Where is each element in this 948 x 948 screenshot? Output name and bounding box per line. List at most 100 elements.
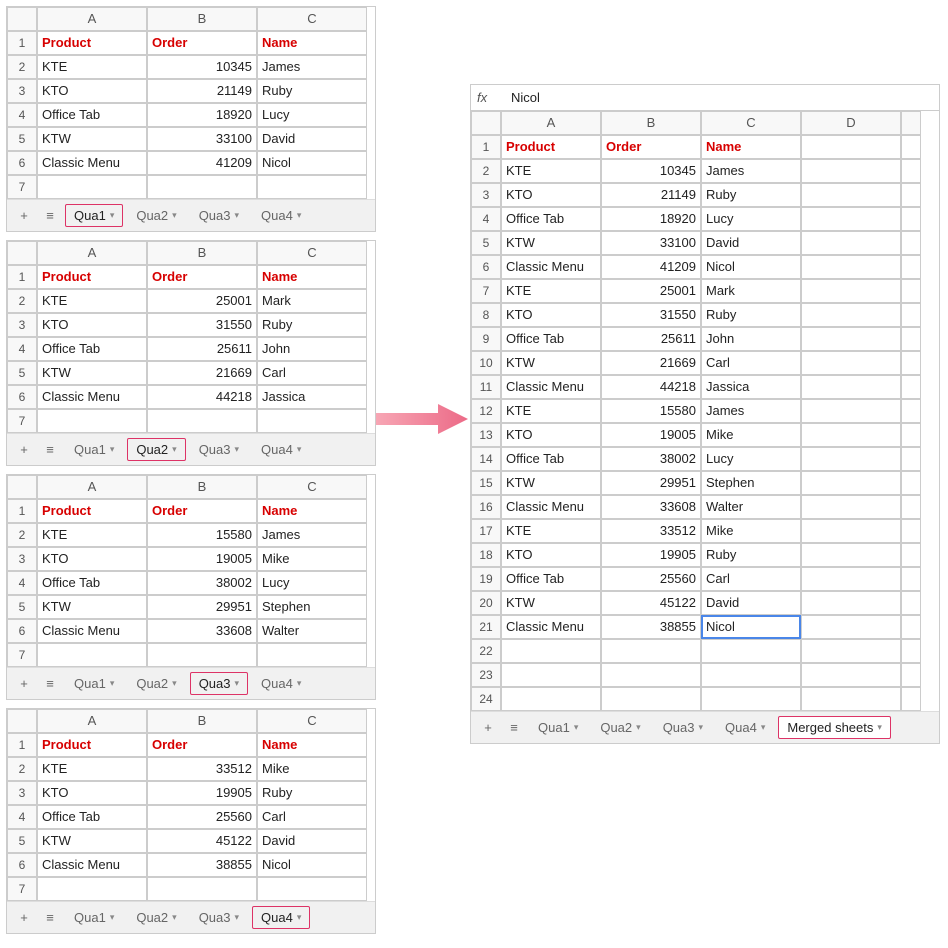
add-sheet-button[interactable]: + [13,442,35,457]
row-header[interactable]: 6 [471,255,501,279]
cell-product[interactable]: KTO [501,543,601,567]
chevron-down-icon[interactable]: ▾ [235,912,240,923]
chevron-down-icon[interactable]: ▾ [574,722,579,733]
cell-order[interactable]: 29951 [601,471,701,495]
row-header[interactable]: 2 [7,757,37,781]
empty-cell[interactable] [801,663,901,687]
sheet-tab-qua2[interactable]: Qua2▾ [127,204,185,227]
empty-cell[interactable] [901,615,921,639]
row-header[interactable]: 14 [471,447,501,471]
header-product[interactable]: Product [37,265,147,289]
empty-cell[interactable] [801,639,901,663]
empty-cell[interactable] [901,687,921,711]
empty-cell[interactable] [901,663,921,687]
cell-product[interactable]: Office Tab [501,567,601,591]
cell-product[interactable]: KTW [37,127,147,151]
cell-name[interactable]: Ruby [257,781,367,805]
empty-cell[interactable] [801,159,901,183]
chevron-down-icon[interactable]: ▾ [172,444,177,455]
cell-product[interactable]: KTO [501,183,601,207]
col-header-A[interactable]: A [37,7,147,31]
empty-cell[interactable] [901,447,921,471]
cell-product[interactable]: KTE [501,279,601,303]
sheet-tab-qua1[interactable]: Qua1▾ [65,438,123,461]
cell-product[interactable]: KTE [501,159,601,183]
cell-order[interactable]: 19005 [147,547,257,571]
row-header[interactable]: 3 [7,781,37,805]
col-header-end[interactable] [901,111,921,135]
cell-product[interactable]: KTE [501,399,601,423]
cell-product[interactable]: Office Tab [37,805,147,829]
empty-cell[interactable] [257,175,367,199]
cell-name[interactable]: John [257,337,367,361]
cell-name[interactable]: Lucy [257,571,367,595]
empty-cell[interactable] [501,663,601,687]
row-header[interactable]: 3 [471,183,501,207]
cell-product[interactable]: Classic Menu [501,615,601,639]
cell-order[interactable]: 10345 [601,159,701,183]
cell-name[interactable]: Jassica [701,375,801,399]
header-name[interactable]: Name [257,733,367,757]
empty-cell[interactable] [147,877,257,901]
cell-product[interactable]: KTW [501,231,601,255]
sheet-tab-qua3[interactable]: Qua3▾ [190,906,248,929]
header-order[interactable]: Order [601,135,701,159]
all-sheets-button[interactable]: ≡ [503,720,525,735]
cell-order[interactable]: 25611 [147,337,257,361]
cell-order[interactable]: 38002 [147,571,257,595]
cell-name[interactable]: Ruby [257,79,367,103]
header-name[interactable]: Name [257,265,367,289]
cell-order[interactable]: 29951 [147,595,257,619]
corner-cell[interactable] [7,475,37,499]
cell-name[interactable]: Ruby [701,543,801,567]
cell-name[interactable]: Mike [701,423,801,447]
row-header[interactable]: 16 [471,495,501,519]
row-header[interactable]: 9 [471,327,501,351]
col-header-C[interactable]: C [257,7,367,31]
empty-cell[interactable] [901,255,921,279]
chevron-down-icon[interactable]: ▾ [761,722,766,733]
cell-name[interactable]: Nicol [257,151,367,175]
cell-name[interactable]: Carl [701,351,801,375]
cell-order[interactable]: 33512 [147,757,257,781]
cell-name[interactable]: David [701,231,801,255]
row-header[interactable]: 6 [7,619,37,643]
sheet-tab-qua3[interactable]: Qua3▾ [190,204,248,227]
row-header[interactable]: 5 [471,231,501,255]
empty-cell[interactable] [801,687,901,711]
add-sheet-button[interactable]: + [13,676,35,691]
row-header[interactable]: 7 [7,409,37,433]
cell-name[interactable]: Ruby [701,303,801,327]
cell-product[interactable]: KTO [37,547,147,571]
header-product[interactable]: Product [37,733,147,757]
empty-cell[interactable] [801,495,901,519]
header-product[interactable]: Product [37,31,147,55]
empty-cell[interactable] [801,375,901,399]
header-order[interactable]: Order [147,31,257,55]
cell-order[interactable]: 18920 [147,103,257,127]
cell-name[interactable]: Nicol [701,615,801,639]
empty-cell[interactable] [901,351,921,375]
col-header-A[interactable]: A [37,709,147,733]
empty-cell[interactable] [901,327,921,351]
empty-cell[interactable] [901,591,921,615]
sheet-tab-qua2[interactable]: Qua2▾ [127,672,185,695]
sheet-tab-qua4[interactable]: Qua4▾ [716,716,774,739]
empty-cell[interactable] [701,639,801,663]
cell-order[interactable]: 38855 [601,615,701,639]
empty-cell[interactable] [801,255,901,279]
cell-product[interactable]: KTE [37,289,147,313]
row-header[interactable]: 17 [471,519,501,543]
row-header[interactable]: 2 [7,523,37,547]
empty-cell[interactable] [801,351,901,375]
chevron-down-icon[interactable]: ▾ [297,678,302,689]
row-header[interactable]: 6 [7,853,37,877]
cell-order[interactable]: 33608 [601,495,701,519]
empty-cell[interactable] [901,207,921,231]
col-header-B[interactable]: B [147,709,257,733]
cell-name[interactable]: Jassica [257,385,367,409]
sheet-tab-qua1[interactable]: Qua1▾ [65,204,123,227]
cell-product[interactable]: Office Tab [501,207,601,231]
empty-cell[interactable] [257,409,367,433]
sheet-tab-qua2[interactable]: Qua2▾ [127,438,185,461]
